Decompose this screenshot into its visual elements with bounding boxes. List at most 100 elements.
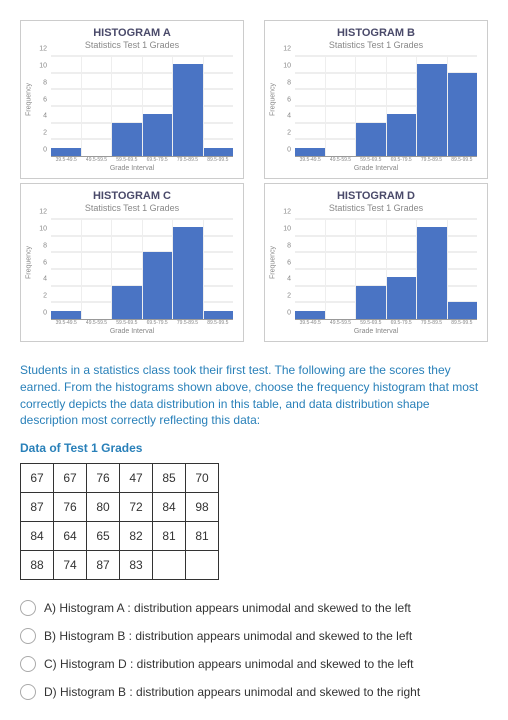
x-tick: 89.5-99.5 xyxy=(447,157,477,163)
radio-icon[interactable] xyxy=(20,600,36,616)
y-tick: 6 xyxy=(287,96,291,103)
hist-subtitle: Statistics Test 1 Grades xyxy=(271,203,481,213)
table-cell: 84 xyxy=(21,522,54,551)
table-cell: 74 xyxy=(54,551,87,580)
option-label: B) Histogram B : distribution appears un… xyxy=(44,629,412,643)
table-cell: 81 xyxy=(186,522,219,551)
y-tick: 2 xyxy=(43,130,47,137)
x-tick: 49.5-59.5 xyxy=(81,320,111,326)
x-tick: 39.5-49.5 xyxy=(295,157,325,163)
bar xyxy=(448,302,478,319)
x-tick: 49.5-59.5 xyxy=(81,157,111,163)
y-tick: 10 xyxy=(39,62,47,69)
x-tick: 39.5-49.5 xyxy=(295,320,325,326)
data-table: 6767764785708776807284988464658281818874… xyxy=(20,463,219,580)
y-tick: 4 xyxy=(43,113,47,120)
histograms-grid: HISTOGRAM AStatistics Test 1 GradesFrequ… xyxy=(20,20,488,342)
y-tick: 6 xyxy=(43,259,47,266)
chart-area xyxy=(51,219,233,320)
table-cell: 80 xyxy=(87,493,120,522)
y-tick: 4 xyxy=(43,276,47,283)
x-tick: 89.5-99.5 xyxy=(203,157,233,163)
bar xyxy=(356,123,386,156)
x-tick: 59.5-69.5 xyxy=(356,157,386,163)
table-cell: 65 xyxy=(87,522,120,551)
y-tick: 8 xyxy=(287,242,291,249)
table-cell xyxy=(186,551,219,580)
y-tick: 4 xyxy=(287,113,291,120)
y-tick: 12 xyxy=(283,46,291,53)
bar xyxy=(112,286,142,319)
options: A) Histogram A : distribution appears un… xyxy=(20,600,488,700)
chart-area xyxy=(51,56,233,157)
bar xyxy=(204,311,234,319)
table-cell: 98 xyxy=(186,493,219,522)
y-tick: 2 xyxy=(287,130,291,137)
chart-area xyxy=(295,56,477,157)
y-tick: 10 xyxy=(283,225,291,232)
bar xyxy=(295,311,325,319)
histogram-b: HISTOGRAM BStatistics Test 1 GradesFrequ… xyxy=(264,20,488,179)
bar xyxy=(173,227,203,319)
option-label: D) Histogram B : distribution appears un… xyxy=(44,685,420,699)
data-table-title: Data of Test 1 Grades xyxy=(20,441,488,455)
question-text: Students in a statistics class took thei… xyxy=(20,362,488,429)
x-tick: 39.5-49.5 xyxy=(51,157,81,163)
x-tick: 79.5-89.5 xyxy=(172,320,202,326)
option-a[interactable]: A) Histogram A : distribution appears un… xyxy=(20,600,488,616)
y-tick: 0 xyxy=(43,310,47,317)
x-tick: 79.5-89.5 xyxy=(416,320,446,326)
y-tick: 4 xyxy=(287,276,291,283)
hist-subtitle: Statistics Test 1 Grades xyxy=(27,40,237,50)
histogram-a: HISTOGRAM AStatistics Test 1 GradesFrequ… xyxy=(20,20,244,179)
x-axis-label: Grade Interval xyxy=(27,165,237,172)
radio-icon[interactable] xyxy=(20,656,36,672)
x-axis-label: Grade Interval xyxy=(271,328,481,335)
x-tick: 39.5-49.5 xyxy=(51,320,81,326)
table-cell: 83 xyxy=(120,551,153,580)
radio-icon[interactable] xyxy=(20,684,36,700)
bar xyxy=(387,277,417,319)
table-cell xyxy=(153,551,186,580)
y-tick: 6 xyxy=(287,259,291,266)
y-tick: 10 xyxy=(39,225,47,232)
bar xyxy=(295,148,325,156)
y-tick: 8 xyxy=(43,79,47,86)
option-d[interactable]: D) Histogram B : distribution appears un… xyxy=(20,684,488,700)
hist-title: HISTOGRAM B xyxy=(271,27,481,39)
hist-title: HISTOGRAM D xyxy=(271,190,481,202)
x-tick: 59.5-69.5 xyxy=(112,157,142,163)
x-tick: 59.5-69.5 xyxy=(356,320,386,326)
hist-subtitle: Statistics Test 1 Grades xyxy=(27,203,237,213)
y-tick: 12 xyxy=(39,209,47,216)
x-tick: 69.5-79.5 xyxy=(142,157,172,163)
histogram-c: HISTOGRAM CStatistics Test 1 GradesFrequ… xyxy=(20,183,244,342)
option-label: A) Histogram A : distribution appears un… xyxy=(44,601,411,615)
bar xyxy=(417,64,447,156)
table-cell: 76 xyxy=(54,493,87,522)
option-b[interactable]: B) Histogram B : distribution appears un… xyxy=(20,628,488,644)
bar xyxy=(51,148,81,156)
histogram-d: HISTOGRAM DStatistics Test 1 GradesFrequ… xyxy=(264,183,488,342)
table-cell: 88 xyxy=(21,551,54,580)
radio-icon[interactable] xyxy=(20,628,36,644)
chart-area xyxy=(295,219,477,320)
y-tick: 8 xyxy=(43,242,47,249)
table-cell: 67 xyxy=(54,464,87,493)
option-c[interactable]: C) Histogram D : distribution appears un… xyxy=(20,656,488,672)
bar xyxy=(143,252,173,319)
x-tick: 49.5-59.5 xyxy=(325,157,355,163)
x-tick: 69.5-79.5 xyxy=(386,320,416,326)
y-tick: 2 xyxy=(287,293,291,300)
bar xyxy=(356,286,386,319)
hist-title: HISTOGRAM C xyxy=(27,190,237,202)
x-tick: 49.5-59.5 xyxy=(325,320,355,326)
table-cell: 82 xyxy=(120,522,153,551)
bar xyxy=(143,114,173,156)
x-tick: 89.5-99.5 xyxy=(203,320,233,326)
x-axis-label: Grade Interval xyxy=(27,328,237,335)
table-cell: 70 xyxy=(186,464,219,493)
hist-subtitle: Statistics Test 1 Grades xyxy=(271,40,481,50)
bar xyxy=(173,64,203,156)
option-label: C) Histogram D : distribution appears un… xyxy=(44,657,414,671)
